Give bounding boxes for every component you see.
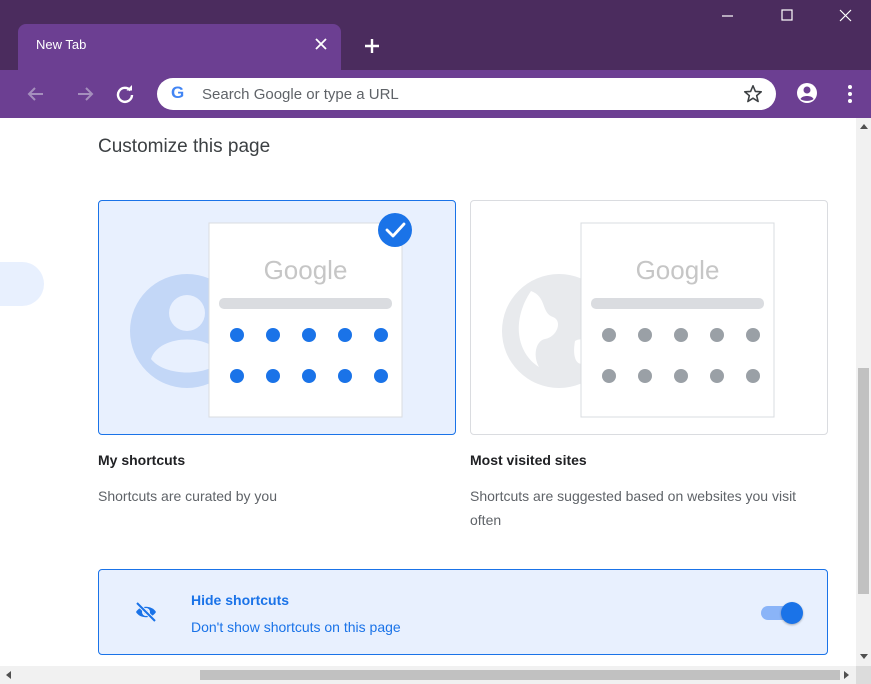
- minimize-icon[interactable]: [706, 0, 748, 32]
- hide-shortcuts-toggle[interactable]: [759, 600, 803, 624]
- google-icon: G: [171, 83, 185, 102]
- shortcut-dot: [374, 369, 388, 383]
- shortcut-dot: [710, 328, 724, 342]
- shortcut-dot: [230, 328, 244, 342]
- most-visited-description: Shortcuts are suggested based on website…: [470, 488, 797, 528]
- shortcut-dot: [266, 328, 280, 342]
- tab-title: New Tab: [36, 37, 87, 52]
- shortcut-dot: [230, 369, 244, 383]
- shortcut-dot: [674, 328, 688, 342]
- vertical-scrollbar[interactable]: [856, 118, 871, 666]
- tab-new-tab[interactable]: New Tab: [18, 24, 341, 70]
- shortcut-dot: [710, 369, 724, 383]
- eye-off-icon: [133, 599, 159, 625]
- window-close-icon[interactable]: [824, 0, 866, 32]
- omnibox[interactable]: G Search Google or type a URL: [157, 78, 776, 110]
- more-vert-icon[interactable]: [840, 81, 860, 107]
- most-visited-title: Most visited sites: [470, 452, 587, 468]
- horizontal-scrollbar[interactable]: [0, 666, 856, 684]
- hide-shortcuts-title: Hide shortcuts: [191, 592, 290, 608]
- toolbar: G Search Google or type a URL: [0, 70, 871, 118]
- scroll-down-arrow-icon[interactable]: [860, 654, 868, 659]
- shortcut-dot: [746, 328, 760, 342]
- shortcut-dot: [746, 369, 760, 383]
- title-bar: New Tab: [0, 0, 871, 70]
- preview-google-logo: Google: [635, 255, 720, 285]
- forward-arrow-icon[interactable]: [73, 82, 97, 106]
- scroll-left-arrow-icon[interactable]: [6, 671, 11, 679]
- my-shortcuts-title: My shortcuts: [98, 452, 186, 468]
- shortcut-dot: [302, 328, 316, 342]
- shortcut-dot: [302, 369, 316, 383]
- shortcut-dot: [338, 369, 352, 383]
- my-shortcuts-card[interactable]: Google: [98, 200, 456, 435]
- scrollbar-corner: [856, 666, 871, 684]
- decorative-blob: [0, 262, 44, 306]
- vertical-scroll-thumb[interactable]: [858, 368, 869, 594]
- shortcut-dot: [602, 369, 616, 383]
- hide-shortcuts-description: Don't show shortcuts on this page: [191, 619, 401, 635]
- close-icon[interactable]: [311, 34, 331, 54]
- plus-icon[interactable]: [360, 34, 384, 58]
- most-visited-card[interactable]: Google: [470, 200, 828, 435]
- back-arrow-icon[interactable]: [24, 82, 48, 106]
- shortcut-dot: [338, 328, 352, 342]
- my-shortcuts-description: Shortcuts are curated by you: [98, 488, 277, 504]
- hide-shortcuts-option[interactable]: Hide shortcuts Don't show shortcuts on t…: [98, 569, 828, 655]
- shortcut-dot: [638, 369, 652, 383]
- reload-icon[interactable]: [113, 82, 137, 106]
- star-icon[interactable]: [742, 83, 764, 105]
- scroll-right-arrow-icon[interactable]: [844, 671, 849, 679]
- profile-icon[interactable]: [794, 80, 820, 106]
- shortcut-dot: [674, 369, 688, 383]
- horizontal-scroll-thumb[interactable]: [200, 670, 840, 680]
- toggle-knob: [781, 602, 803, 624]
- maximize-icon[interactable]: [766, 0, 808, 32]
- shortcut-dot: [602, 328, 616, 342]
- shortcut-dot: [638, 328, 652, 342]
- shortcut-dot: [266, 369, 280, 383]
- customize-dialog: Customize this page Google Google My sho…: [0, 118, 856, 666]
- check-icon: [378, 213, 412, 247]
- preview-google-logo: Google: [263, 255, 348, 285]
- page-title: Customize this page: [98, 136, 271, 157]
- omnibox-placeholder: Search Google or type a URL: [202, 86, 399, 103]
- scroll-up-arrow-icon[interactable]: [860, 124, 868, 129]
- shortcut-dot: [374, 328, 388, 342]
